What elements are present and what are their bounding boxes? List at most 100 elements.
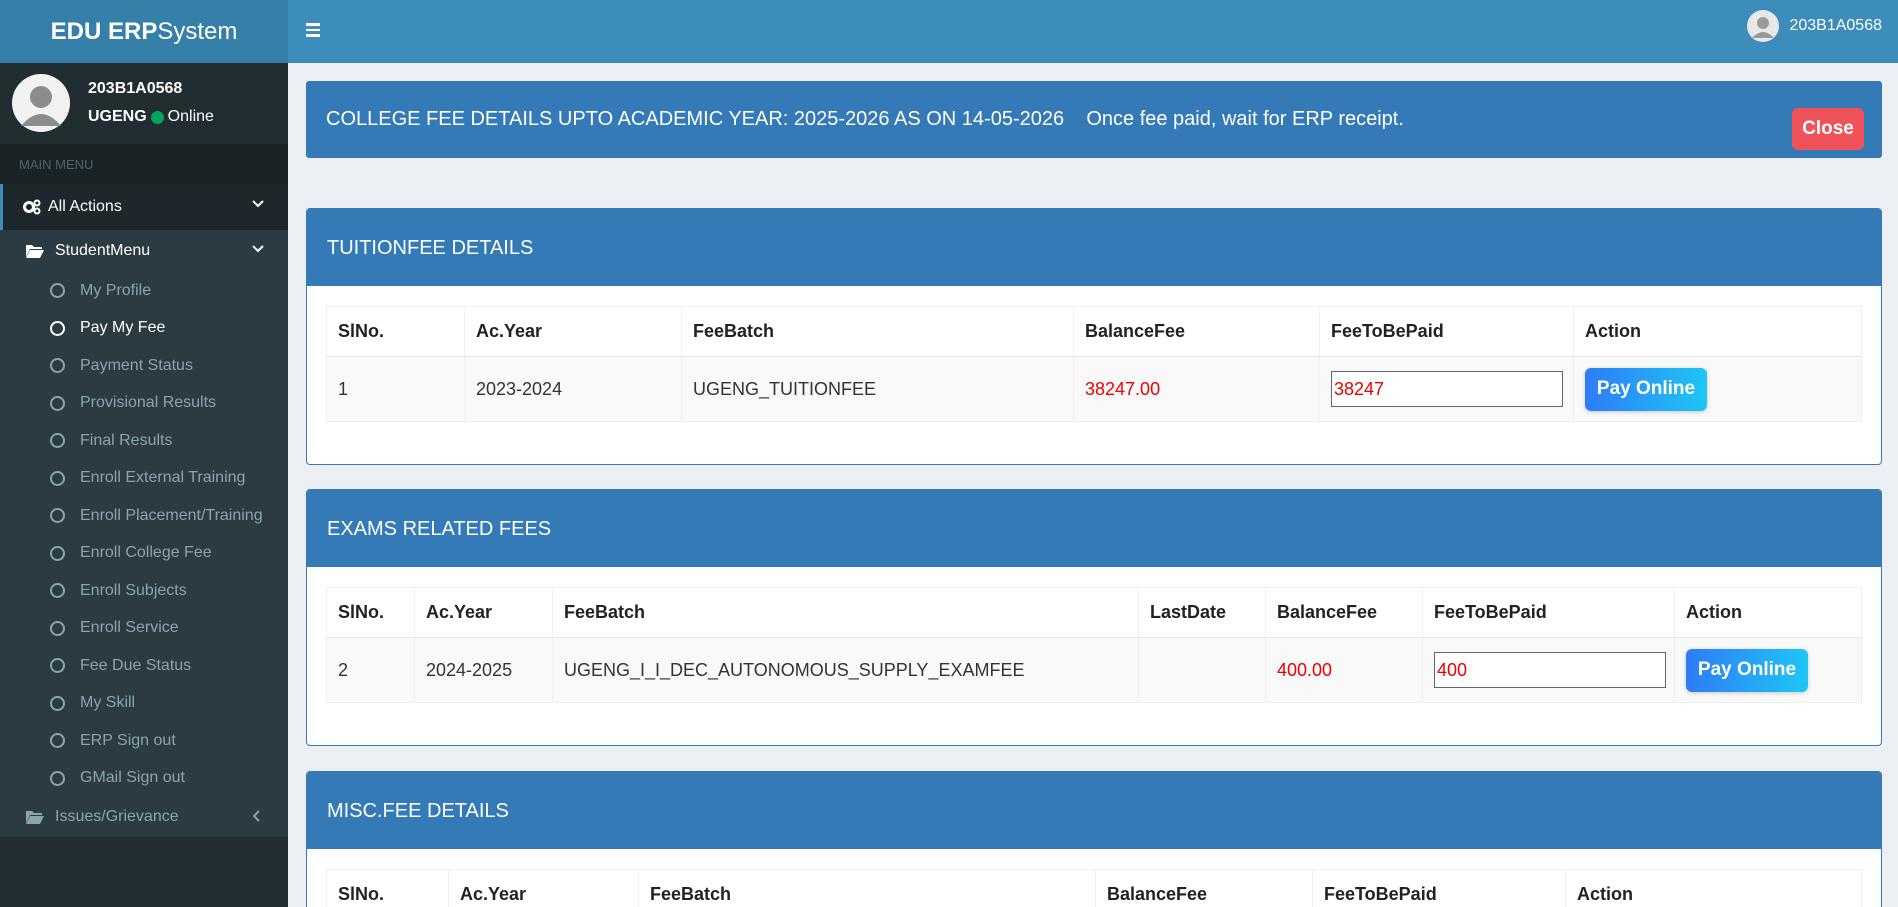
- nav-label: Enroll Placement/Training: [80, 506, 263, 524]
- balance-cell: 400.00: [1265, 637, 1423, 703]
- user-group: UGENG: [88, 108, 147, 125]
- sidebar-item-enroll-service[interactable]: Enroll Service: [0, 610, 288, 648]
- to-pay-cell: [1319, 356, 1574, 422]
- column-header: SlNo.: [326, 869, 449, 907]
- circle-icon: [50, 320, 65, 336]
- sidebar-item-my-profile[interactable]: My Profile: [0, 272, 288, 310]
- user-menu[interactable]: 203B1A0568: [1747, 10, 1882, 42]
- sidebar-item-enroll-subjects[interactable]: Enroll Subjects: [0, 572, 288, 610]
- student-menu-label: StudentMenu: [55, 242, 151, 259]
- tuition-fee-table: SlNo. Ac.Year FeeBatch BalanceFee FeeToB…: [326, 306, 1862, 422]
- nav-label: Payment Status: [80, 356, 193, 374]
- sidebar-item-final-results[interactable]: Final Results: [0, 422, 288, 460]
- tuition-panel-title: TUITIONFEE DETAILS: [307, 209, 1881, 286]
- nav-label: GMail Sign out: [80, 769, 185, 787]
- sidebar-item-enroll-external-training[interactable]: Enroll External Training: [0, 460, 288, 498]
- pay-online-button[interactable]: Pay Online: [1585, 367, 1707, 411]
- sidebar-avatar-icon: [12, 74, 70, 132]
- table-header-row: SlNo. Ac.Year FeeBatch LastDate BalanceF…: [326, 587, 1862, 638]
- misc-fee-table: SlNo. Ac.Year FeeBatch BalanceFee FeeToB…: [326, 869, 1862, 907]
- circle-icon: [50, 283, 65, 299]
- sidebar-item-enroll-placement-training[interactable]: Enroll Placement/Training: [0, 497, 288, 535]
- action-cell: Pay Online: [1674, 637, 1862, 703]
- sidebar-item-pay-my-fee[interactable]: Pay My Fee: [0, 310, 288, 348]
- close-button[interactable]: Close: [1792, 108, 1864, 150]
- circle-icon: [50, 583, 65, 599]
- circle-icon: [50, 433, 65, 449]
- chevron-left-icon: [252, 810, 260, 822]
- sidebar-item-enroll-college-fee[interactable]: Enroll College Fee: [0, 535, 288, 573]
- last-date-cell: [1138, 637, 1266, 703]
- exams-fee-table: SlNo. Ac.Year FeeBatch LastDate BalanceF…: [326, 587, 1862, 703]
- column-header: SlNo.: [326, 587, 415, 638]
- app-logo[interactable]: EDU ERP System: [0, 0, 288, 63]
- sidebar-item-provisional-results[interactable]: Provisional Results: [0, 385, 288, 423]
- to-pay-cell: [1422, 637, 1675, 703]
- slno-cell: 1: [326, 356, 465, 422]
- batch-cell: UGENG_I_I_DEC_AUTONOMOUS_SUPPLY_EXAMFEE: [552, 637, 1139, 703]
- pay-online-button[interactable]: Pay Online: [1686, 648, 1808, 692]
- menu-toggle-icon[interactable]: [306, 20, 326, 42]
- sidebar-item-payment-status[interactable]: Payment Status: [0, 347, 288, 385]
- chevron-down-icon: [252, 245, 264, 253]
- sidebar-item-all-actions[interactable]: All Actions: [0, 184, 288, 230]
- logo-bold: EDU ERP: [50, 17, 158, 45]
- circle-icon: [50, 770, 65, 786]
- table-row: 2 2024-2025 UGENG_I_I_DEC_AUTONOMOUS_SUP…: [326, 637, 1862, 703]
- sidebar-item-my-skill[interactable]: My Skill: [0, 685, 288, 723]
- column-header: FeeBatch: [552, 587, 1139, 638]
- batch-cell: UGENG_TUITIONFEE: [681, 356, 1074, 422]
- fee-details-alert: COLLEGE FEE DETAILS UPTO ACADEMIC YEAR: …: [306, 81, 1882, 158]
- column-header: BalanceFee: [1073, 306, 1320, 357]
- all-actions-label: All Actions: [48, 198, 122, 215]
- user-avatar-icon: [1747, 10, 1780, 42]
- main-menu-header: MAIN MENU: [0, 144, 288, 184]
- exams-fee-panel: EXAMS RELATED FEES SlNo. Ac.Year FeeBatc…: [306, 489, 1882, 746]
- table-row: 1 2023-2024 UGENG_TUITIONFEE 38247.00 Pa…: [326, 356, 1862, 422]
- nav-label: Enroll Service: [80, 619, 179, 637]
- fee-to-pay-input[interactable]: [1434, 652, 1666, 688]
- fee-to-pay-input[interactable]: [1331, 371, 1563, 407]
- top-navbar: 203B1A0568: [288, 0, 1898, 63]
- issues-label: Issues/Grievance: [55, 808, 179, 825]
- circle-icon: [50, 620, 65, 636]
- sidebar-item-gmail-sign-out[interactable]: GMail Sign out: [0, 760, 288, 798]
- folder-open-icon: [26, 245, 44, 258]
- exams-panel-title: EXAMS RELATED FEES: [307, 490, 1881, 567]
- column-header: Ac.Year: [448, 869, 639, 907]
- folder-open-icon: [26, 811, 44, 824]
- sidebar-item-issues-grievance[interactable]: Issues/Grievance: [0, 797, 288, 837]
- circle-icon: [50, 658, 65, 674]
- student-submenu: StudentMenu My Profile Pay My Fee Paymen…: [0, 230, 288, 837]
- circle-icon: [50, 358, 65, 374]
- sidebar-item-fee-due-status[interactable]: Fee Due Status: [0, 647, 288, 685]
- column-header: LastDate: [1138, 587, 1266, 638]
- column-header: BalanceFee: [1095, 869, 1313, 907]
- nav-label: Enroll College Fee: [80, 544, 212, 562]
- chevron-down-icon: [252, 200, 264, 208]
- circle-icon: [50, 508, 65, 524]
- year-cell: 2023-2024: [464, 356, 682, 422]
- action-cell: Pay Online: [1573, 356, 1862, 422]
- column-header: SlNo.: [326, 306, 465, 357]
- gears-icon: [23, 199, 41, 215]
- sidebar-user-id: 203B1A0568: [88, 80, 183, 97]
- sidebar-item-erp-sign-out[interactable]: ERP Sign out: [0, 722, 288, 760]
- sidebar-user-status: UGENG Online: [88, 108, 214, 126]
- nav-label: Provisional Results: [80, 394, 217, 412]
- sidebar: 203B1A0568 UGENG Online MAIN MENU All Ac…: [0, 63, 288, 907]
- sidebar-item-student-menu[interactable]: StudentMenu: [0, 230, 288, 272]
- column-header: FeeBatch: [638, 869, 1096, 907]
- misc-panel-title: MISC.FEE DETAILS: [307, 772, 1881, 849]
- circle-icon: [50, 695, 65, 711]
- column-header: FeeBatch: [681, 306, 1074, 357]
- nav-label: My Profile: [80, 281, 152, 299]
- circle-icon: [50, 470, 65, 486]
- misc-fee-panel: MISC.FEE DETAILS SlNo. Ac.Year FeeBatch …: [306, 771, 1882, 907]
- column-header: Ac.Year: [464, 306, 682, 357]
- year-cell: 2024-2025: [414, 637, 553, 703]
- nav-label: Pay My Fee: [80, 319, 166, 337]
- table-header-row: SlNo. Ac.Year FeeBatch BalanceFee FeeToB…: [326, 306, 1862, 357]
- header-username: 203B1A0568: [1789, 17, 1882, 34]
- slno-cell: 2: [326, 637, 415, 703]
